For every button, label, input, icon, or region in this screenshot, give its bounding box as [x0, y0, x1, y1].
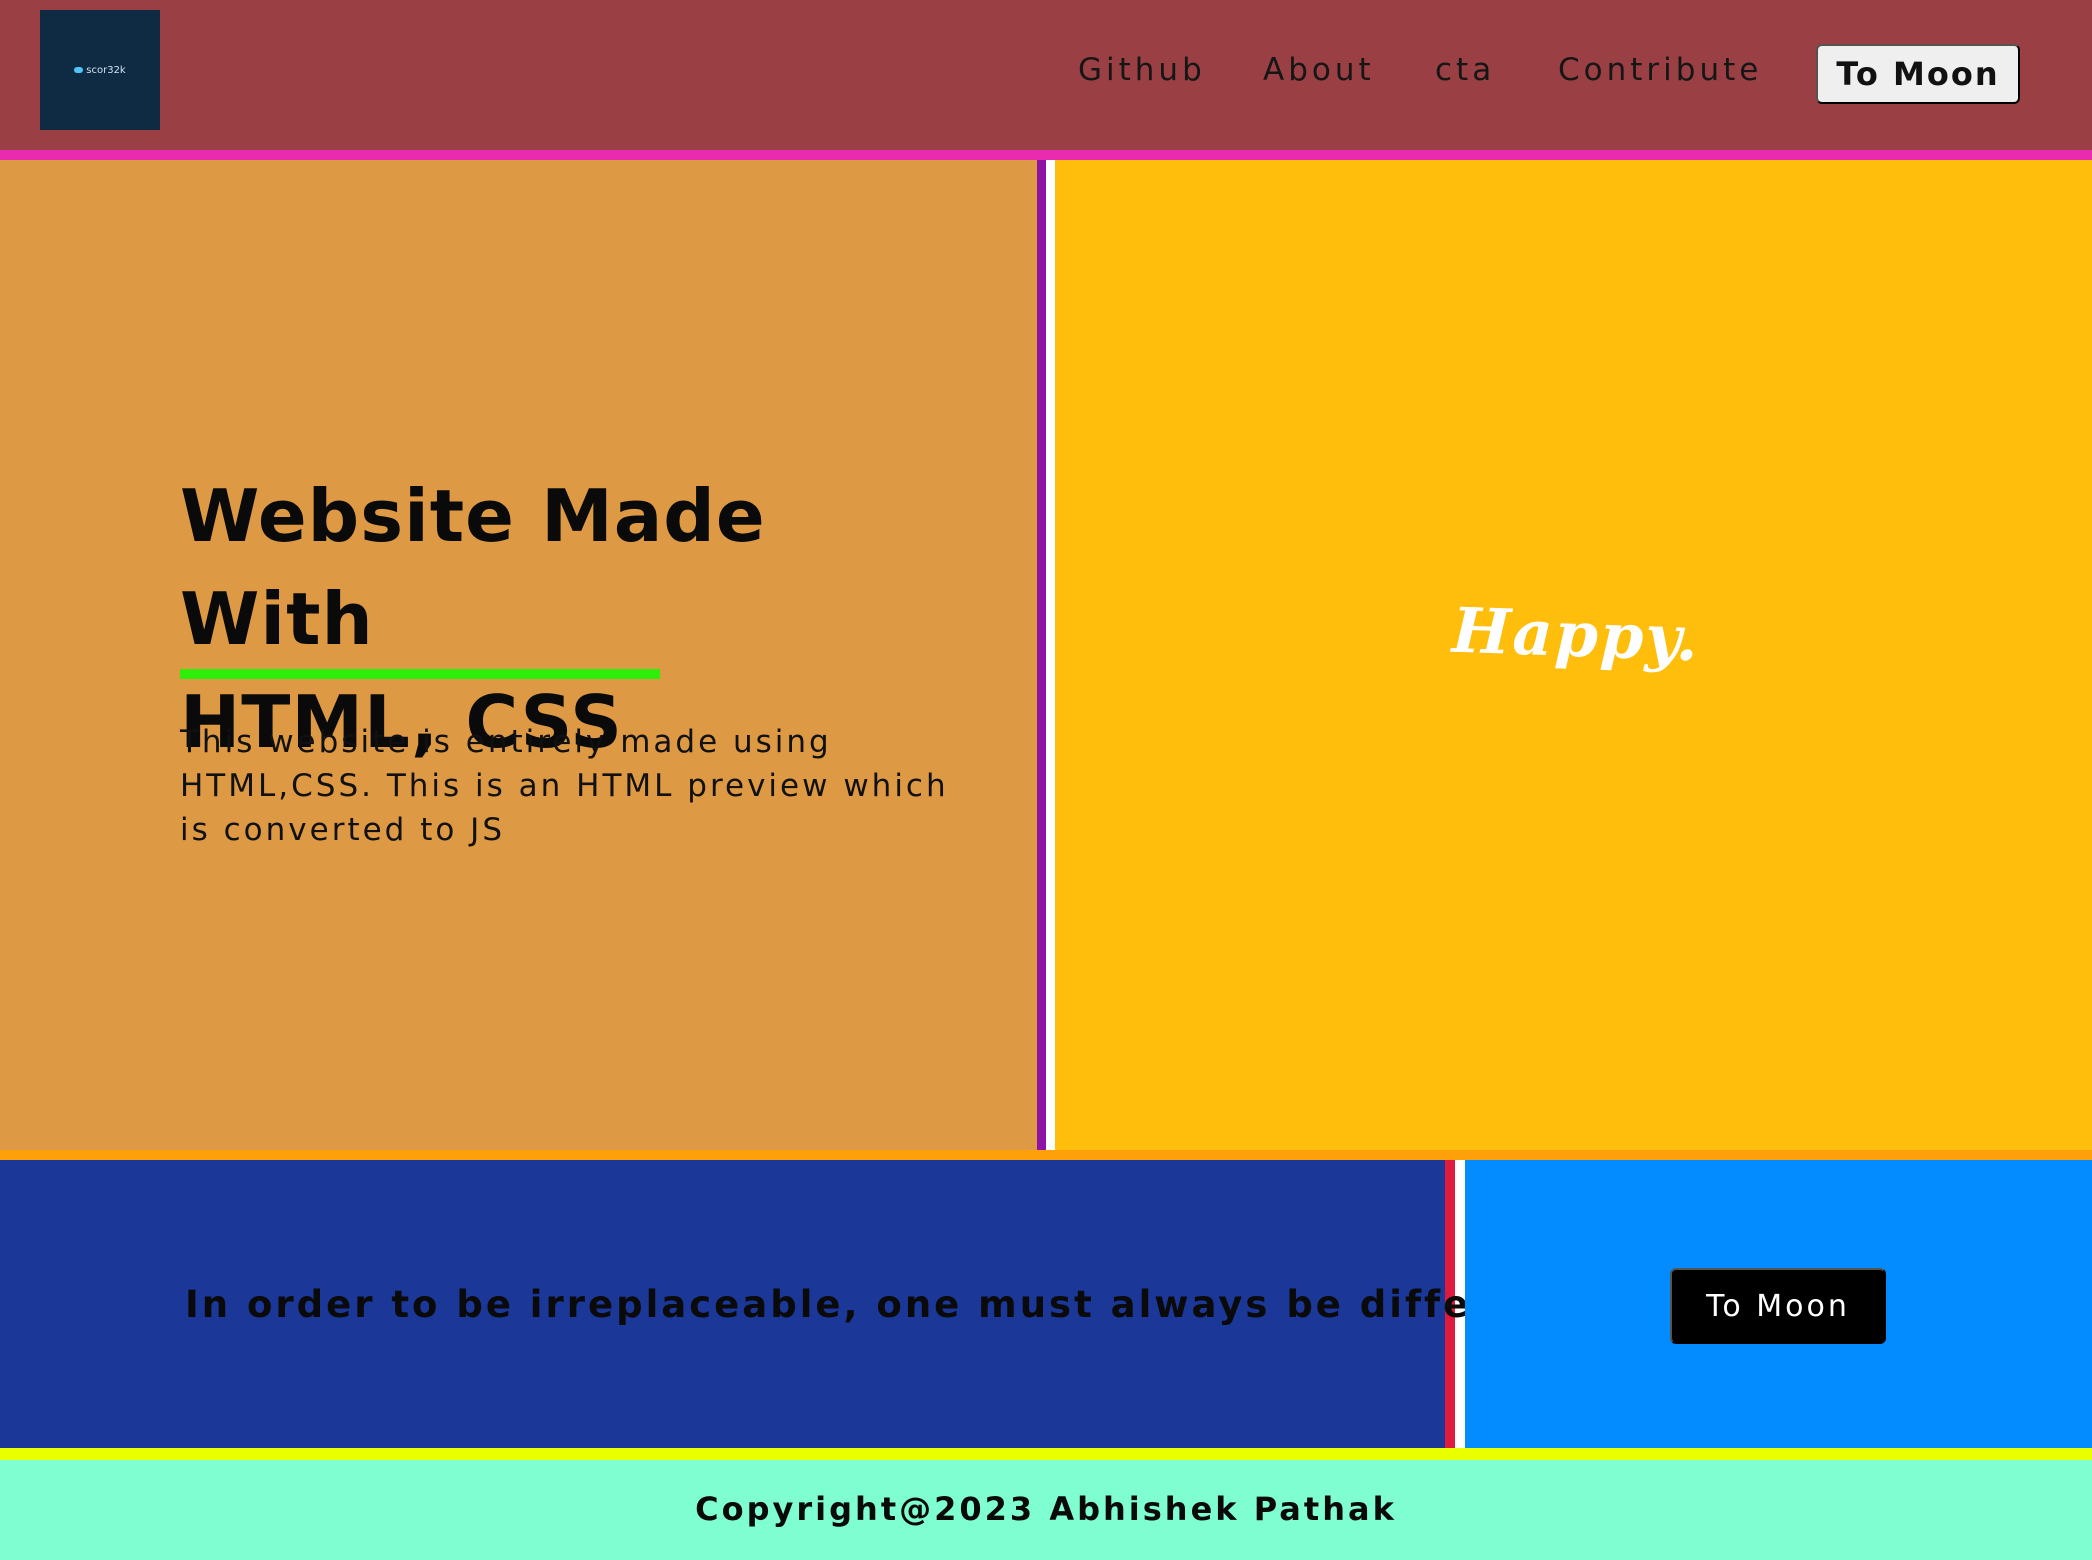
hero-title-line1: Website Made With — [180, 474, 766, 661]
band-top-border — [0, 1150, 2092, 1160]
hero-description-line2: HTML,CSS. This is an HTML preview which — [180, 768, 949, 804]
main-nav: Github About cta Contribute — [0, 0, 2092, 150]
nav-link-cta[interactable]: cta — [1435, 52, 1495, 88]
band-to-moon-button[interactable]: To Moon — [1670, 1268, 1886, 1344]
quote-text: In order to be irreplaceable, one must a… — [185, 1283, 1571, 1326]
hero-description-line3: is converted to JS — [180, 812, 505, 848]
hero-description: This website is entirely made using HTML… — [180, 720, 970, 852]
nav-link-contribute[interactable]: Contribute — [1558, 52, 1762, 88]
happy-image-text: Happy. — [1450, 593, 1702, 676]
copyright-text: Copyright@2023 Abhishek Pathak — [695, 1490, 1397, 1528]
header-to-moon-button[interactable]: To Moon — [1816, 44, 2020, 104]
footer-top-border — [0, 1448, 2092, 1460]
nav-link-about[interactable]: About — [1263, 52, 1375, 88]
hero-title-underline — [180, 669, 660, 679]
hero-description-line1: This website is entirely made using — [180, 724, 832, 760]
nav-link-github[interactable]: Github — [1078, 52, 1206, 88]
